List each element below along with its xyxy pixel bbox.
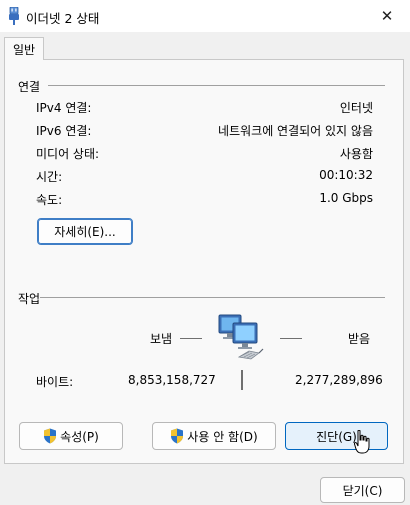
media-state-label: 미디어 상태: xyxy=(36,147,100,161)
received-dash xyxy=(280,338,302,339)
sent-label: 보냄 xyxy=(150,332,173,346)
close-dialog-button[interactable]: 닫기(C) xyxy=(320,477,405,503)
connection-group-divider xyxy=(48,85,385,86)
tab-general-label: 일반 xyxy=(12,42,36,57)
activity-group-label: 작업 xyxy=(18,292,41,306)
media-state-value: 사용함 xyxy=(339,147,373,161)
properties-button[interactable]: 속성(P) xyxy=(19,422,123,450)
hand-cursor-icon xyxy=(354,430,370,454)
ipv4-value: 인터넷 xyxy=(339,101,373,115)
ipv4-label: IPv4 연결: xyxy=(36,101,92,115)
bytes-sent-value: 8,853,158,727 xyxy=(128,373,216,387)
activity-group-divider xyxy=(40,297,385,298)
network-computers-icon xyxy=(218,314,264,360)
disable-button-label: 사용 안 함(D) xyxy=(187,429,258,444)
bytes-received-value: 2,277,289,896 xyxy=(295,373,383,387)
network-adapter-icon xyxy=(9,7,19,25)
tab-panel xyxy=(4,59,404,464)
properties-button-label: 속성(P) xyxy=(60,429,99,444)
details-button-label: 자세히(E)... xyxy=(54,225,116,239)
title-bar: 이더넷 2 상태 ✕ xyxy=(0,0,410,32)
shield-icon xyxy=(171,428,184,444)
bytes-divider xyxy=(241,370,243,390)
ipv6-label: IPv6 연결: xyxy=(36,124,92,138)
ipv6-value: 네트워크에 연결되어 있지 않음 xyxy=(218,124,373,138)
connection-group-label: 연결 xyxy=(18,80,41,94)
sent-dash xyxy=(180,338,202,339)
duration-label: 시간: xyxy=(36,170,63,184)
close-icon: ✕ xyxy=(380,7,394,25)
duration-value: 00:10:32 xyxy=(319,168,373,182)
speed-value: 1.0 Gbps xyxy=(319,191,373,205)
close-dialog-button-label: 닫기(C) xyxy=(342,483,383,498)
details-button[interactable]: 자세히(E)... xyxy=(37,218,133,245)
shield-icon xyxy=(44,428,57,444)
window-title: 이더넷 2 상태 xyxy=(26,11,100,26)
disable-button[interactable]: 사용 안 함(D) xyxy=(152,422,276,450)
diagnose-button[interactable]: 진단(G) xyxy=(285,422,388,450)
tab-general[interactable]: 일반 xyxy=(4,37,44,60)
diagnose-button-label: 진단(G) xyxy=(316,429,357,444)
received-label: 받음 xyxy=(348,332,371,346)
close-window-button[interactable]: ✕ xyxy=(364,0,410,32)
speed-label: 속도: xyxy=(36,193,63,207)
bytes-label: 바이트: xyxy=(36,375,74,389)
